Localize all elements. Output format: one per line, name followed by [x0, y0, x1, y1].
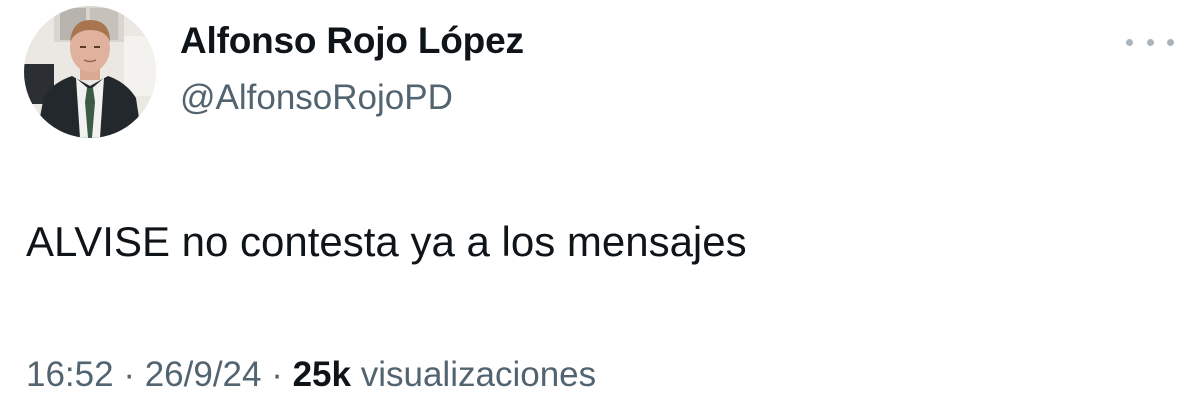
author-handle[interactable]: @AlfonsoRojoPD: [180, 78, 453, 118]
meta-separator: ·: [113, 355, 145, 394]
more-dot: [1126, 38, 1133, 46]
author-avatar[interactable]: [24, 6, 156, 138]
author-name[interactable]: Alfonso Rojo López: [180, 20, 524, 62]
avatar-photo: [24, 6, 156, 138]
tweet-time[interactable]: 16:52: [26, 355, 114, 394]
more-dot: [1167, 38, 1174, 46]
views-count[interactable]: 25k: [293, 355, 351, 394]
tweet-card: Alfonso Rojo López @AlfonsoRojoPD ALVISE…: [0, 0, 1200, 419]
more-options-icon[interactable]: [1126, 30, 1174, 54]
views-label: visualizaciones: [351, 355, 597, 394]
more-dot: [1146, 38, 1154, 46]
tweet-date[interactable]: 26/9/24: [145, 355, 262, 394]
tweet-meta: 16:52 · 26/9/24 · 25k visualizaciones: [26, 355, 596, 395]
meta-separator: ·: [261, 355, 293, 394]
tweet-text: ALVISE no contesta ya a los mensajes: [26, 218, 747, 265]
